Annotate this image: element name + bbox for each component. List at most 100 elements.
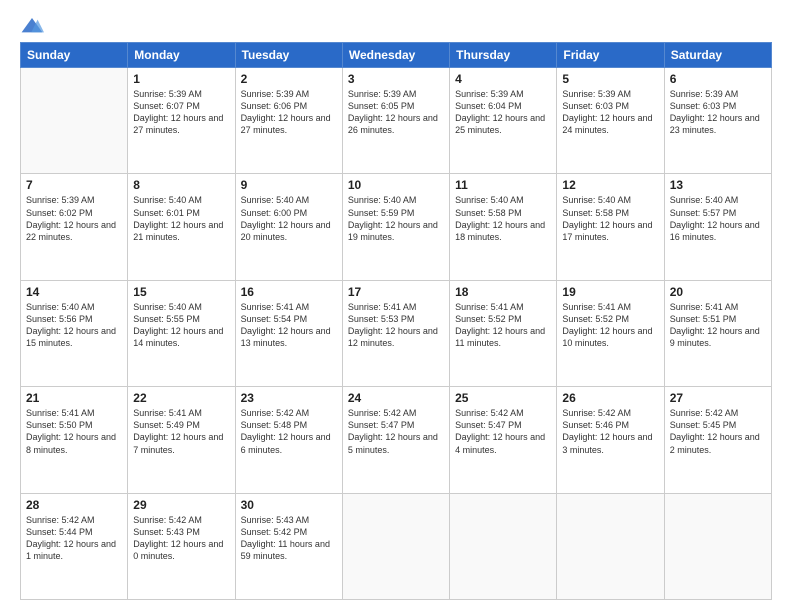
table-row: 12 Sunrise: 5:40 AM Sunset: 5:58 PM Dayli… (557, 174, 664, 280)
day-info: Sunrise: 5:40 AM Sunset: 5:58 PM Dayligh… (562, 194, 658, 243)
table-row: 4 Sunrise: 5:39 AM Sunset: 6:04 PM Daylig… (450, 68, 557, 174)
table-row: 19Sunrise: 5:41 AM Sunset: 5:52 PM Dayli… (557, 280, 664, 386)
day-info: Sunrise: 5:40 AM Sunset: 5:58 PM Dayligh… (455, 194, 551, 243)
day-number: 28 (26, 498, 122, 512)
page: Sunday Monday Tuesday Wednesday Thursday… (0, 0, 792, 612)
table-row: 15 Sunrise: 5:40 AM Sunset: 5:55 PM Dayli… (128, 280, 235, 386)
day-number: 7 (26, 178, 122, 192)
day-number: 23 (241, 391, 337, 405)
day-info: Sunrise: 5:40 AM Sunset: 5:59 PM Dayligh… (348, 194, 444, 243)
table-row: 1 Sunrise: 5:39 AM Sunset: 6:07 PM Daylig… (128, 68, 235, 174)
table-row: 5 Sunrise: 5:39 AM Sunset: 6:03 PM Daylig… (557, 68, 664, 174)
table-row (342, 493, 449, 599)
table-row: 23 Sunrise: 5:42 AM Sunset: 5:48 PM Dayli… (235, 387, 342, 493)
day-number: 11 (455, 178, 551, 192)
calendar-week-row: 7 Sunrise: 5:39 AM Sunset: 6:02 PM Daylig… (21, 174, 772, 280)
day-info: Sunrise: 5:41 AM Sunset: 5:54 PM Dayligh… (241, 301, 337, 350)
header-wednesday: Wednesday (342, 43, 449, 68)
table-row: 3 Sunrise: 5:39 AM Sunset: 6:05 PM Daylig… (342, 68, 449, 174)
table-row: 29 Sunrise: 5:42 AM Sunset: 5:43 PM Dayli… (128, 493, 235, 599)
day-number: 30 (241, 498, 337, 512)
day-info: Sunrise: 5:42 AM Sunset: 5:47 PM Dayligh… (455, 407, 551, 456)
day-info: Sunrise: 5:41 AM Sunset: 5:52 PM Dayligh… (455, 301, 551, 350)
day-number: 5 (562, 72, 658, 86)
day-info: Sunrise: 5:40 AM Sunset: 5:56 PM Dayligh… (26, 301, 122, 350)
day-number: 1 (133, 72, 229, 86)
table-row: 7 Sunrise: 5:39 AM Sunset: 6:02 PM Daylig… (21, 174, 128, 280)
day-info: Sunrise: 5:39 AM Sunset: 6:04 PM Dayligh… (455, 88, 551, 137)
table-row: 6Sunrise: 5:39 AM Sunset: 6:03 PM Daylig… (664, 68, 771, 174)
day-number: 29 (133, 498, 229, 512)
calendar-week-row: 1 Sunrise: 5:39 AM Sunset: 6:07 PM Daylig… (21, 68, 772, 174)
day-info: Sunrise: 5:40 AM Sunset: 5:55 PM Dayligh… (133, 301, 229, 350)
day-number: 6 (670, 72, 766, 86)
logo-icon (20, 16, 44, 36)
header-saturday: Saturday (664, 43, 771, 68)
day-info: Sunrise: 5:42 AM Sunset: 5:43 PM Dayligh… (133, 514, 229, 563)
day-info: Sunrise: 5:41 AM Sunset: 5:49 PM Dayligh… (133, 407, 229, 456)
table-row: 27 Sunrise: 5:42 AM Sunset: 5:45 PM Dayli… (664, 387, 771, 493)
day-info: Sunrise: 5:42 AM Sunset: 5:47 PM Dayligh… (348, 407, 444, 456)
calendar-week-row: 14 Sunrise: 5:40 AM Sunset: 5:56 PM Dayli… (21, 280, 772, 386)
day-number: 2 (241, 72, 337, 86)
table-row: 8 Sunrise: 5:40 AM Sunset: 6:01 PM Daylig… (128, 174, 235, 280)
table-row (557, 493, 664, 599)
table-row: 14 Sunrise: 5:40 AM Sunset: 5:56 PM Dayli… (21, 280, 128, 386)
day-number: 8 (133, 178, 229, 192)
logo (20, 16, 48, 36)
calendar-week-row: 28 Sunrise: 5:42 AM Sunset: 5:44 PM Dayli… (21, 493, 772, 599)
day-info: Sunrise: 5:41 AM Sunset: 5:51 PM Dayligh… (670, 301, 766, 350)
day-info: Sunrise: 5:39 AM Sunset: 6:06 PM Dayligh… (241, 88, 337, 137)
table-row (21, 68, 128, 174)
day-number: 4 (455, 72, 551, 86)
day-number: 14 (26, 285, 122, 299)
day-number: 9 (241, 178, 337, 192)
day-number: 19 (562, 285, 658, 299)
table-row: 10Sunrise: 5:40 AM Sunset: 5:59 PM Dayli… (342, 174, 449, 280)
day-info: Sunrise: 5:43 AM Sunset: 5:42 PM Dayligh… (241, 514, 337, 563)
day-number: 17 (348, 285, 444, 299)
table-row: 16 Sunrise: 5:41 AM Sunset: 5:54 PM Dayli… (235, 280, 342, 386)
header-monday: Monday (128, 43, 235, 68)
day-info: Sunrise: 5:42 AM Sunset: 5:48 PM Dayligh… (241, 407, 337, 456)
day-info: Sunrise: 5:40 AM Sunset: 6:01 PM Dayligh… (133, 194, 229, 243)
header-friday: Friday (557, 43, 664, 68)
header (20, 16, 772, 36)
day-info: Sunrise: 5:39 AM Sunset: 6:07 PM Dayligh… (133, 88, 229, 137)
table-row: 9 Sunrise: 5:40 AM Sunset: 6:00 PM Daylig… (235, 174, 342, 280)
day-number: 15 (133, 285, 229, 299)
day-number: 24 (348, 391, 444, 405)
day-info: Sunrise: 5:40 AM Sunset: 5:57 PM Dayligh… (670, 194, 766, 243)
day-number: 21 (26, 391, 122, 405)
table-row: 2 Sunrise: 5:39 AM Sunset: 6:06 PM Daylig… (235, 68, 342, 174)
weekday-header-row: Sunday Monday Tuesday Wednesday Thursday… (21, 43, 772, 68)
day-number: 3 (348, 72, 444, 86)
day-info: Sunrise: 5:39 AM Sunset: 6:03 PM Dayligh… (562, 88, 658, 137)
header-sunday: Sunday (21, 43, 128, 68)
day-number: 12 (562, 178, 658, 192)
table-row: 11 Sunrise: 5:40 AM Sunset: 5:58 PM Dayli… (450, 174, 557, 280)
table-row: 20Sunrise: 5:41 AM Sunset: 5:51 PM Dayli… (664, 280, 771, 386)
day-number: 16 (241, 285, 337, 299)
day-number: 27 (670, 391, 766, 405)
day-info: Sunrise: 5:42 AM Sunset: 5:44 PM Dayligh… (26, 514, 122, 563)
calendar-table: Sunday Monday Tuesday Wednesday Thursday… (20, 42, 772, 600)
day-info: Sunrise: 5:39 AM Sunset: 6:02 PM Dayligh… (26, 194, 122, 243)
header-thursday: Thursday (450, 43, 557, 68)
table-row: 30 Sunrise: 5:43 AM Sunset: 5:42 PM Dayli… (235, 493, 342, 599)
day-number: 26 (562, 391, 658, 405)
table-row: 21Sunrise: 5:41 AM Sunset: 5:50 PM Dayli… (21, 387, 128, 493)
day-info: Sunrise: 5:39 AM Sunset: 6:05 PM Dayligh… (348, 88, 444, 137)
day-info: Sunrise: 5:40 AM Sunset: 6:00 PM Dayligh… (241, 194, 337, 243)
day-number: 22 (133, 391, 229, 405)
table-row: 25Sunrise: 5:42 AM Sunset: 5:47 PM Dayli… (450, 387, 557, 493)
day-info: Sunrise: 5:42 AM Sunset: 5:45 PM Dayligh… (670, 407, 766, 456)
table-row: 22 Sunrise: 5:41 AM Sunset: 5:49 PM Dayli… (128, 387, 235, 493)
day-number: 18 (455, 285, 551, 299)
table-row: 17Sunrise: 5:41 AM Sunset: 5:53 PM Dayli… (342, 280, 449, 386)
table-row: 28 Sunrise: 5:42 AM Sunset: 5:44 PM Dayli… (21, 493, 128, 599)
table-row (664, 493, 771, 599)
day-info: Sunrise: 5:42 AM Sunset: 5:46 PM Dayligh… (562, 407, 658, 456)
day-number: 13 (670, 178, 766, 192)
table-row: 24 Sunrise: 5:42 AM Sunset: 5:47 PM Dayli… (342, 387, 449, 493)
